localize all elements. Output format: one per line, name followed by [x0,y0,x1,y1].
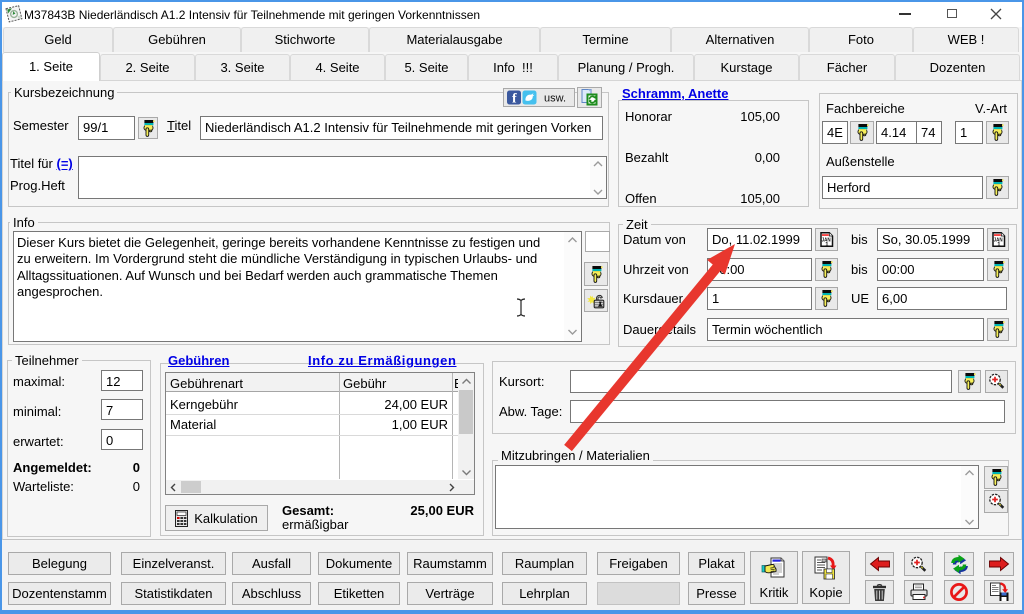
svg-text:usw.: usw. [544,93,566,105]
svg-text:f: f [512,92,517,106]
